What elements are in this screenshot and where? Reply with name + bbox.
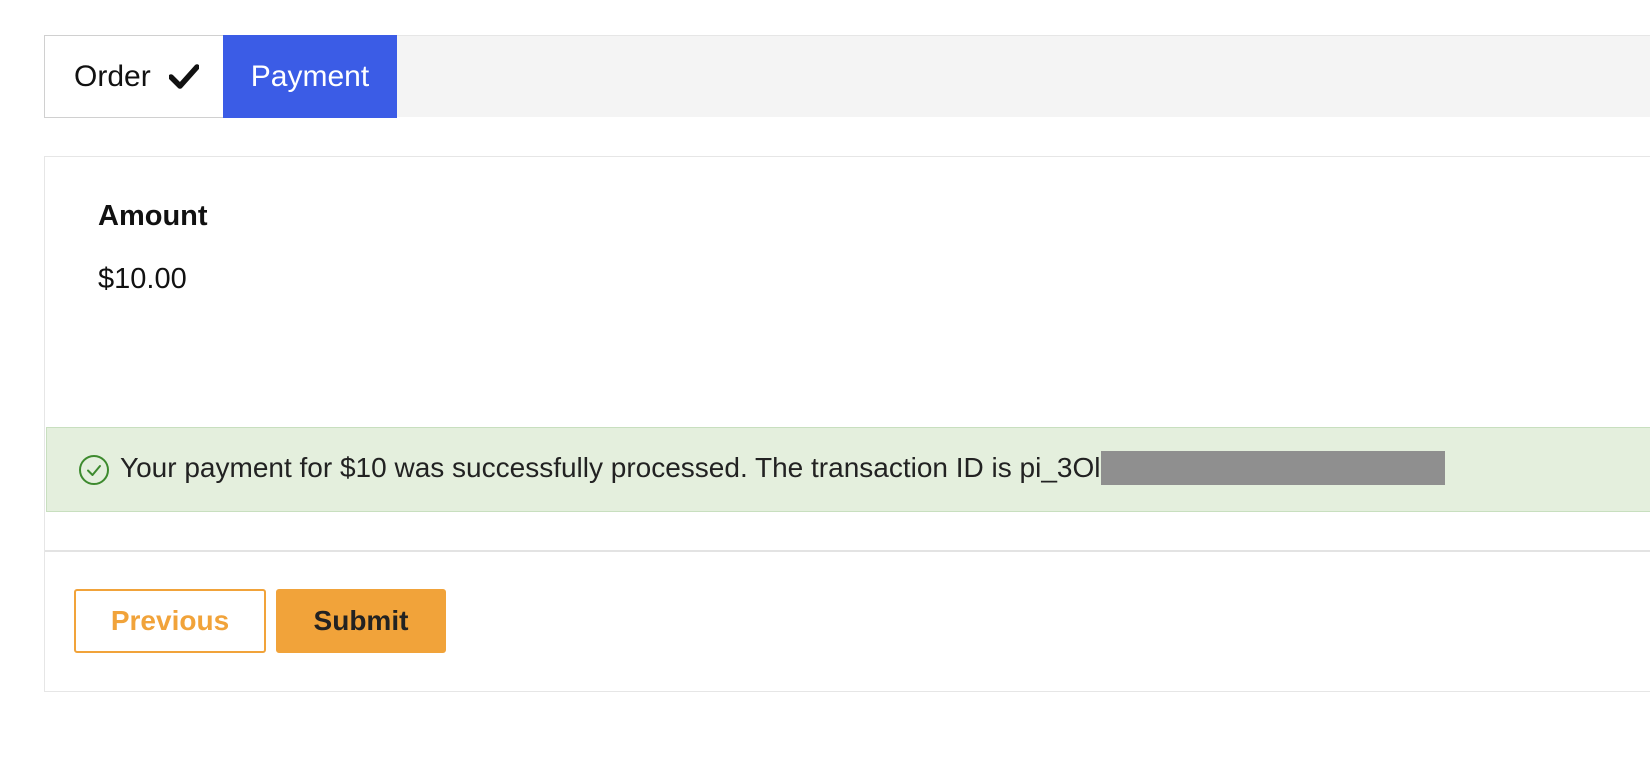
submit-button[interactable]: Submit [276,589,446,653]
success-alert: Your payment for $10 was successfully pr… [46,427,1650,512]
checkmark-icon [168,63,199,90]
step-navigation: Order Payment [44,35,1650,118]
amount-value: $10.00 [98,263,187,295]
check-circle-icon [78,454,110,486]
step-label-order: Order [74,59,151,93]
previous-button[interactable]: Previous [74,589,266,653]
step-tab-order[interactable]: Order [44,35,223,118]
payment-panel: Amount $10.00 Your payment for $10 was s… [44,156,1650,692]
alert-message: Your payment for $10 was successfully pr… [120,450,1445,487]
divider [45,550,1650,552]
step-label-payment: Payment [250,59,370,93]
redacted-transaction-id [1100,450,1445,485]
step-tab-payment[interactable]: Payment [223,35,397,118]
amount-label: Amount [98,200,208,232]
alert-message-text: Your payment for $10 was successfully pr… [120,452,1101,484]
